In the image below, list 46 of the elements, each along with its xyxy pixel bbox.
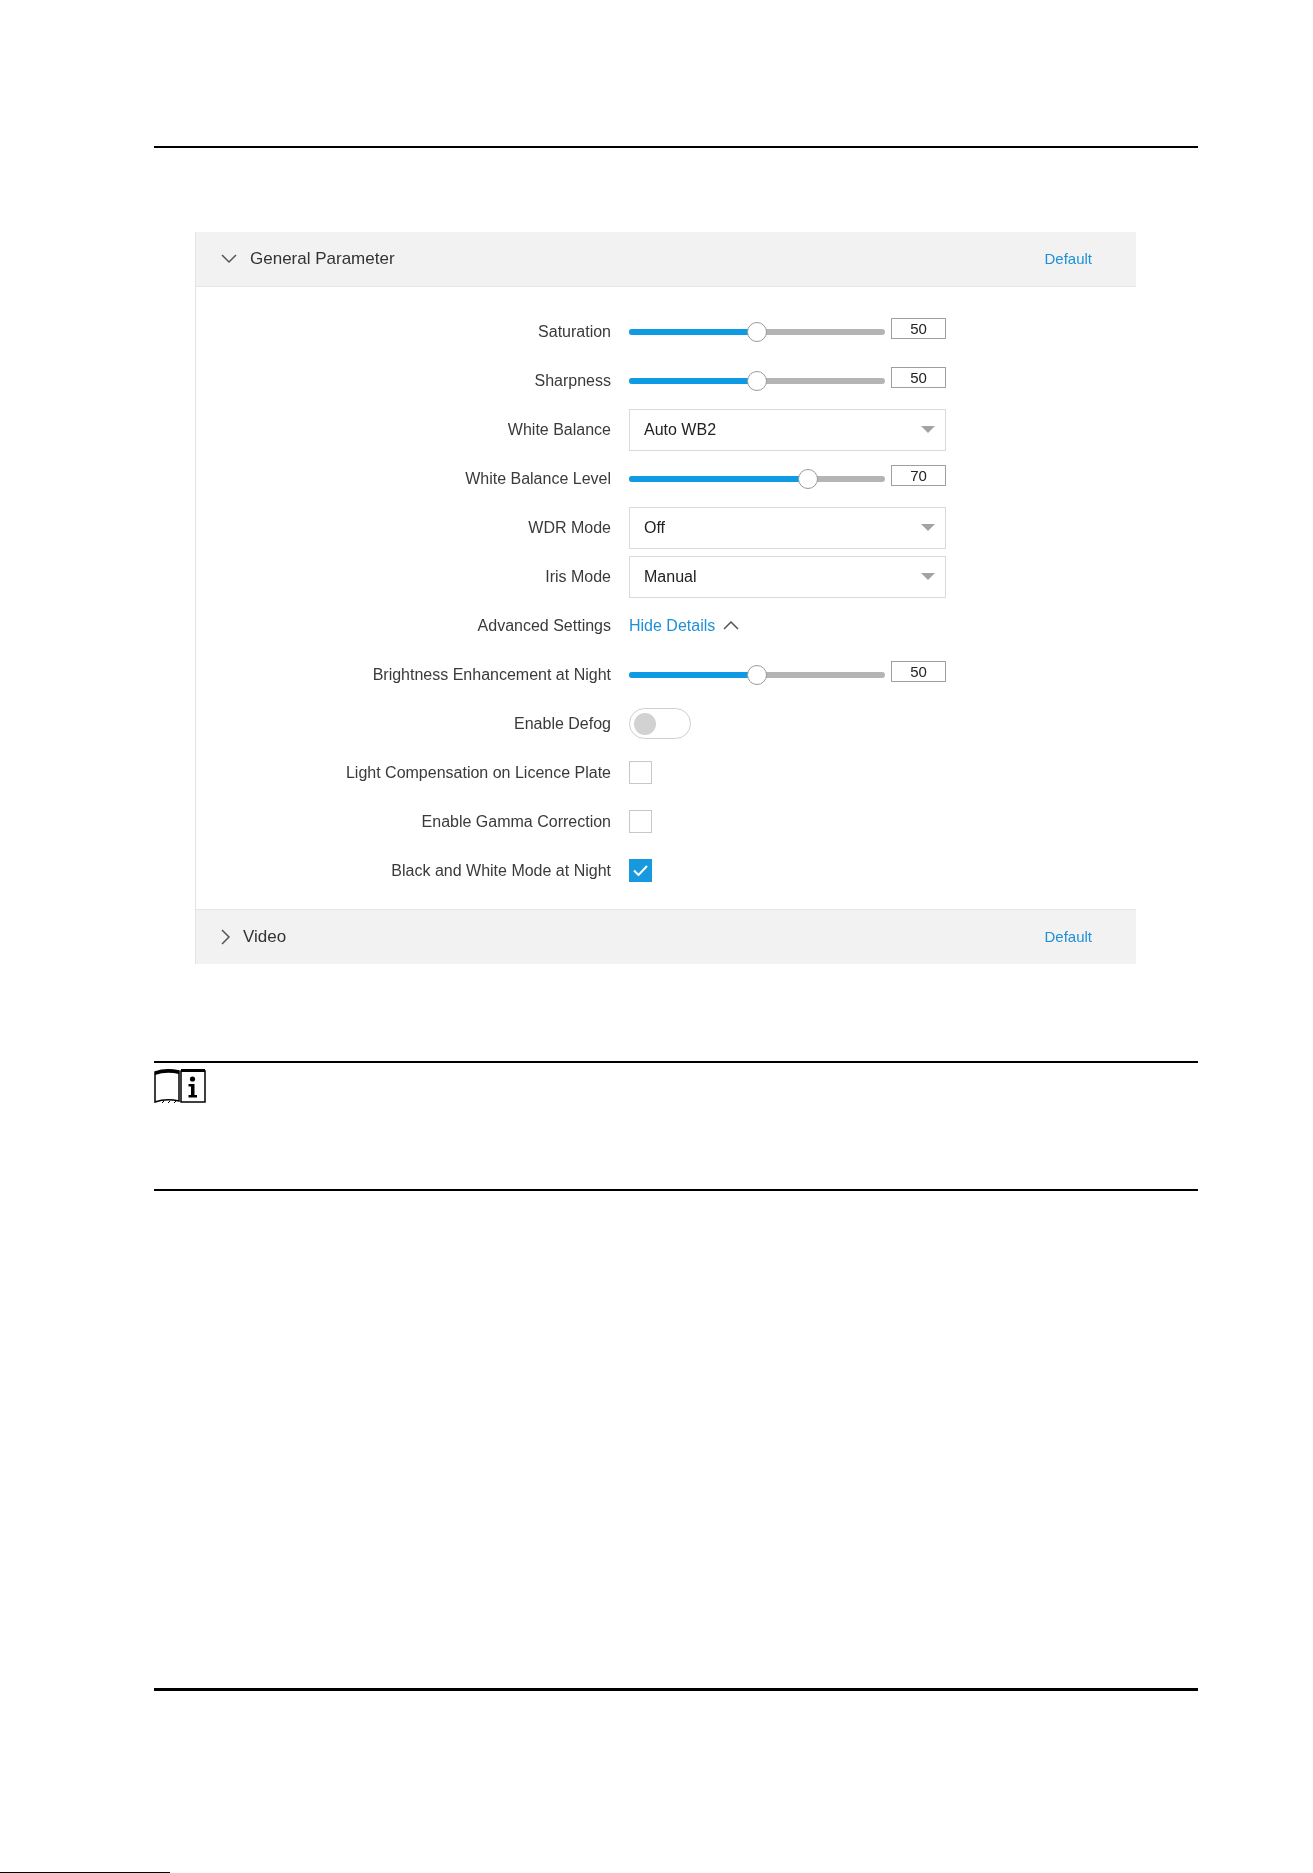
slider-thumb[interactable] [747, 321, 767, 342]
slider-track[interactable] [629, 671, 885, 678]
caret-down-icon [921, 573, 935, 580]
caret-down-icon [921, 426, 935, 433]
hide-details-link[interactable]: Hide Details [629, 613, 741, 638]
field-label: Black and White Mode at Night [390, 860, 611, 881]
section-header[interactable]: Video Default [196, 909, 1136, 964]
info-book-icon [154, 1068, 206, 1105]
dropdown[interactable]: Auto WB2 [629, 408, 946, 451]
field-label: Saturation [537, 321, 611, 342]
field-label: Advanced Settings [476, 615, 611, 636]
toggle-knob [634, 712, 656, 735]
field-label: WDR Mode [527, 517, 611, 538]
caret-down-icon [921, 524, 935, 531]
section-title: Video [243, 926, 287, 949]
slider-track[interactable] [629, 328, 885, 335]
section-header[interactable]: General Parameter Default [196, 232, 1136, 287]
value-field[interactable]: 50 [891, 661, 946, 682]
slider[interactable] [629, 370, 885, 391]
slider-thumb[interactable] [747, 370, 767, 391]
slider-thumb[interactable] [747, 664, 767, 685]
dropdown[interactable]: Off [629, 506, 946, 549]
field-label: White Balance [506, 419, 611, 440]
slider[interactable] [629, 321, 885, 342]
field-label: White Balance Level [464, 468, 611, 489]
toggle-switch[interactable] [629, 708, 691, 739]
field-label: Sharpness [533, 370, 611, 391]
checkmark-icon [633, 865, 648, 876]
value-field[interactable]: 50 [891, 367, 946, 388]
section-title: General Parameter [250, 248, 395, 271]
slider-track[interactable] [629, 475, 885, 482]
field-label: Brightness Enhancement at Night [371, 664, 611, 685]
checkbox[interactable] [629, 810, 652, 833]
slider[interactable] [629, 664, 885, 685]
slider-thumb[interactable] [798, 468, 819, 489]
dropdown[interactable]: Manual [629, 555, 946, 598]
slider[interactable] [629, 468, 885, 489]
checkbox[interactable] [629, 761, 652, 784]
field-label: Iris Mode [544, 566, 611, 587]
slider-track[interactable] [629, 377, 885, 384]
checkbox[interactable] [629, 859, 652, 882]
field-label: Enable Gamma Correction [420, 811, 611, 832]
value-field[interactable]: 50 [891, 318, 946, 339]
field-label: Light Compensation on Licence Plate [344, 762, 611, 783]
field-label: Enable Defog [513, 713, 611, 734]
value-field[interactable]: 70 [891, 465, 946, 486]
